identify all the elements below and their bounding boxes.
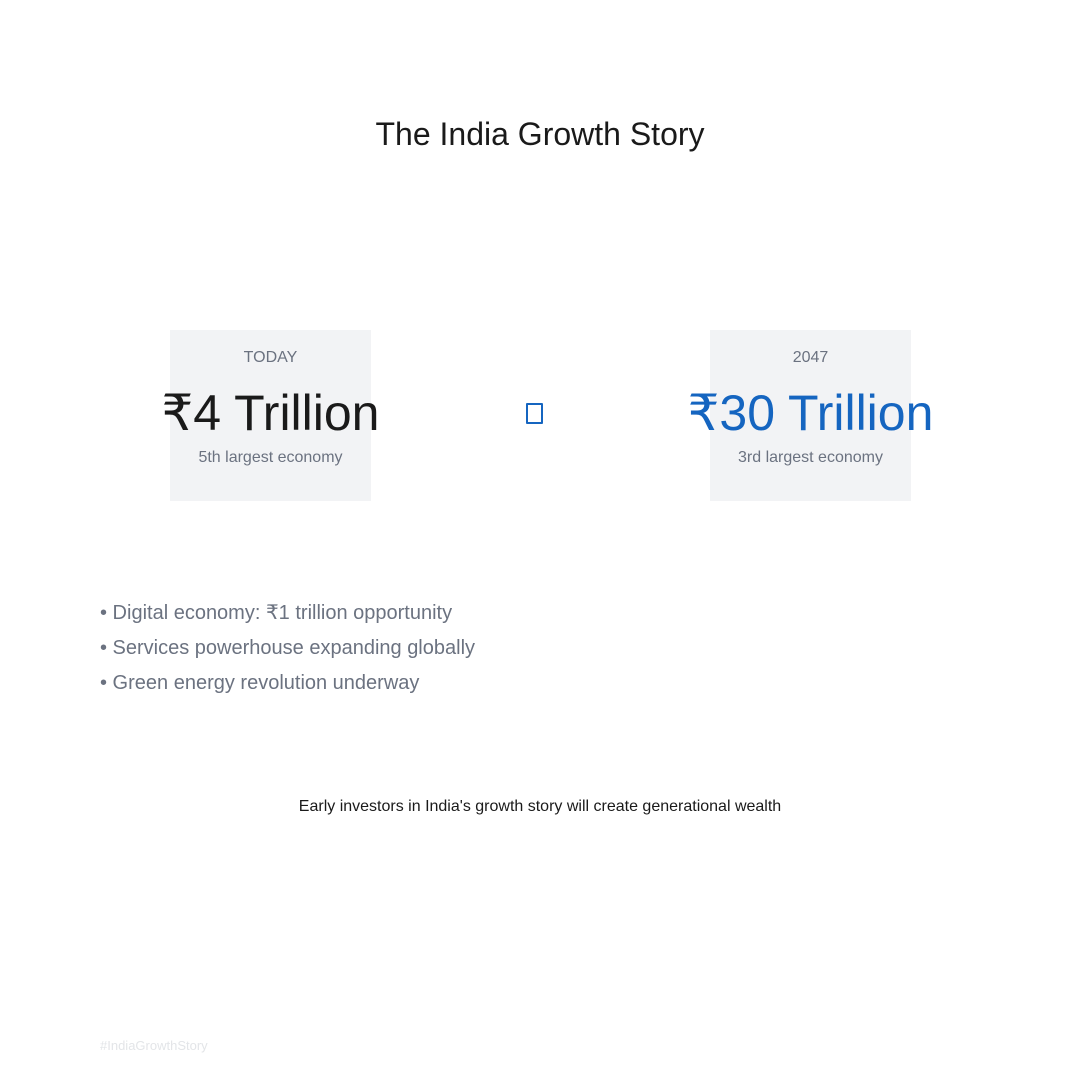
future-label: 2047 bbox=[792, 349, 829, 366]
future-stat-card: 2047 ₹30 Trillion 3rd largest economy bbox=[688, 330, 933, 501]
key-point: • Digital economy: ₹1 trillion opportuni… bbox=[100, 602, 453, 624]
page-title: The India Growth Story bbox=[375, 116, 705, 152]
key-point: • Services powerhouse expanding globally bbox=[100, 637, 476, 659]
key-points-list: • Digital economy: ₹1 trillion opportuni… bbox=[100, 596, 475, 701]
future-note: 3rd largest economy bbox=[738, 449, 883, 466]
tagline: Early investors in India's growth story … bbox=[298, 798, 782, 815]
today-value: ₹4 Trillion bbox=[161, 385, 380, 441]
today-stat-card: TODAY ₹4 Trillion 5th largest economy bbox=[162, 330, 380, 501]
today-note: 5th largest economy bbox=[198, 449, 343, 466]
today-label: TODAY bbox=[243, 349, 298, 366]
hashtag: #IndiaGrowthStory bbox=[100, 1038, 208, 1053]
future-value: ₹30 Trillion bbox=[687, 385, 934, 441]
arrow-icon bbox=[526, 403, 543, 424]
slide: The India Growth Story TODAY ₹4 Trillion… bbox=[0, 0, 1080, 1080]
key-point: • Green energy revolution underway bbox=[100, 672, 420, 694]
